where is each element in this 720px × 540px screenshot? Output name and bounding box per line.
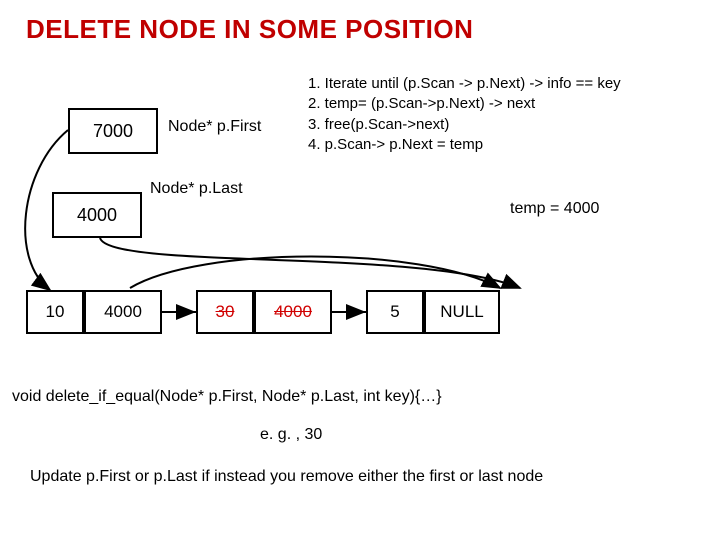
link-arrow-2	[332, 311, 366, 313]
example-text: e. g. , 30	[260, 426, 322, 444]
temp-label: temp = 4000	[510, 200, 599, 218]
slide-title: DELETE NODE IN SOME POSITION	[0, 0, 720, 45]
step-4: 4. p.Scan-> p.Next = temp	[308, 135, 621, 155]
node1-value: 10	[26, 290, 84, 334]
link-arrow-1	[162, 311, 196, 313]
node2-pointer-deleted: 4000	[254, 290, 332, 334]
linked-list-row: 10 4000 30 4000 5 NULL	[26, 290, 500, 334]
step-2: 2. temp= (p.Scan->p.Next) -> next	[308, 94, 621, 114]
node1-pointer: 4000	[84, 290, 162, 334]
update-note: Update p.First or p.Last if instead you …	[30, 468, 543, 486]
algorithm-steps: 1. Iterate until (p.Scan -> p.Next) -> i…	[308, 74, 621, 155]
step-1: 1. Iterate until (p.Scan -> p.Next) -> i…	[308, 74, 621, 94]
function-signature: void delete_if_equal(Node* p.First, Node…	[12, 388, 442, 406]
node3-value: 5	[366, 290, 424, 334]
node2-value-deleted: 30	[196, 290, 254, 334]
node3-null: NULL	[424, 290, 500, 334]
pfirst-label: Node* p.First	[168, 118, 261, 136]
step-3: 3. free(p.Scan->next)	[308, 115, 621, 135]
pointer-box-plast: 4000	[52, 192, 142, 238]
pointer-box-pfirst: 7000	[68, 108, 158, 154]
plast-label: Node* p.Last	[150, 180, 243, 198]
